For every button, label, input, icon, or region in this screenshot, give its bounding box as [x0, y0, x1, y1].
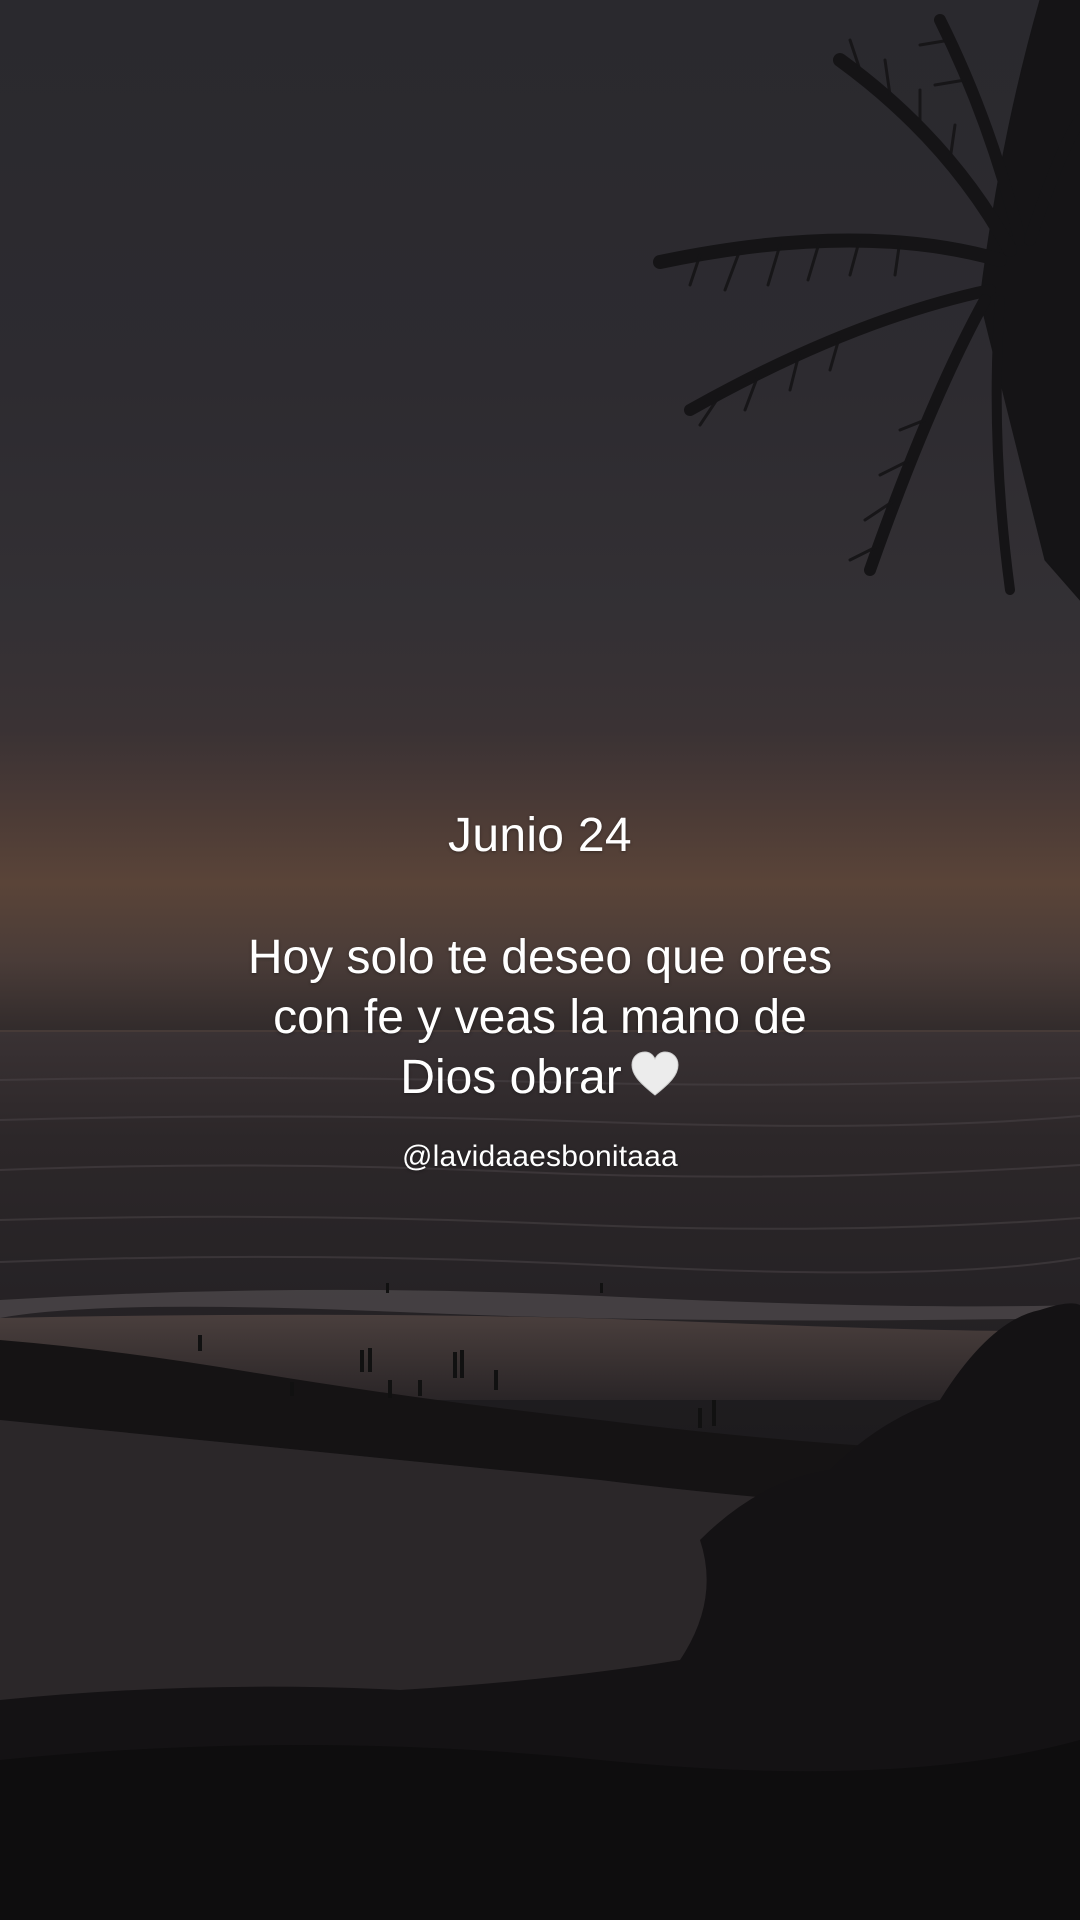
post-date: Junio 24 [448, 809, 632, 862]
post-message: Hoy solo te deseo que ores con fe y veas… [0, 928, 1080, 1108]
message-line-3: Dios obrar [0, 1048, 1080, 1108]
message-line-1: Hoy solo te deseo que ores [247, 931, 833, 984]
white-heart-icon [631, 1051, 679, 1096]
background-scene: Junio 24 Hoy solo te deseo que ores con … [0, 0, 1080, 1920]
author-handle: @lavidaaesbonitaaa [402, 1140, 678, 1173]
message-line-3-text: Dios obrar [400, 1051, 622, 1104]
palm-tree-icon [653, 0, 1080, 601]
message-line-2: con fe y veas la mano de [273, 991, 807, 1044]
